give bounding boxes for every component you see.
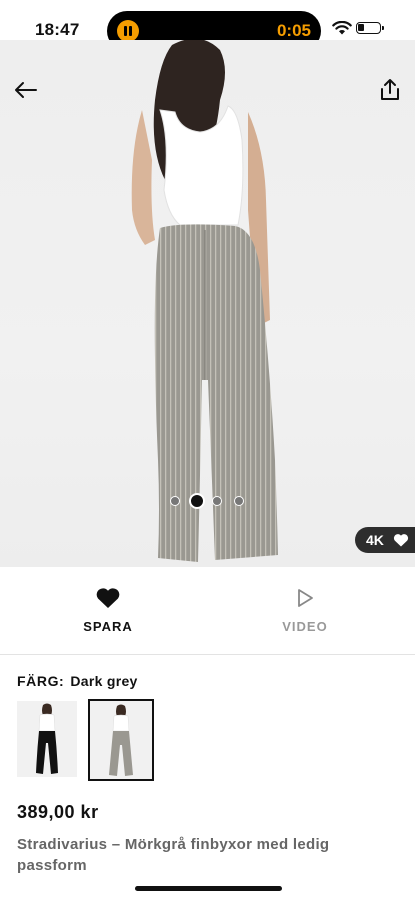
battery-icon (356, 22, 384, 34)
black-trousers-thumbnail (17, 701, 77, 777)
color-selector-label: FÄRG: Dark grey (17, 673, 138, 689)
wifi-icon (332, 21, 352, 35)
color-option-black[interactable] (17, 701, 77, 777)
product-price: 389,00 kr (17, 802, 99, 822)
back-arrow-icon[interactable] (12, 78, 40, 102)
pause-icon[interactable] (117, 20, 139, 42)
share-icon[interactable] (376, 76, 404, 104)
recording-timer: 0:05 (276, 21, 311, 40)
color-label: FÄRG: (17, 673, 65, 689)
status-bar: 18:47 0:05 (0, 0, 415, 51)
save-label: SPARA (83, 619, 133, 634)
pager-dot[interactable] (212, 496, 222, 506)
image-pager[interactable] (168, 492, 248, 509)
pager-dot[interactable] (170, 496, 180, 506)
product-title: Stradivarius – Mörkgrå finbyxor med ledi… (17, 836, 330, 874)
status-time: 18:47 (35, 20, 80, 39)
product-image-carousel[interactable]: 4K (0, 40, 415, 567)
dark-grey-trousers-thumbnail (90, 701, 152, 779)
pager-dot[interactable] (234, 496, 244, 506)
play-icon (298, 589, 313, 607)
model-photo (131, 40, 278, 562)
color-option-dark-grey[interactable] (88, 699, 154, 781)
save-button[interactable]: SPARA (38, 587, 178, 634)
home-indicator[interactable] (135, 886, 282, 891)
video-button[interactable]: VIDEO (235, 587, 375, 634)
pager-dot-active[interactable] (189, 493, 205, 509)
action-bar: SPARA VIDEO (0, 567, 415, 655)
heart-icon (96, 588, 120, 608)
4k-badge[interactable]: 4K (355, 527, 415, 553)
video-label: VIDEO (282, 619, 328, 634)
4k-badge-label: 4K (366, 532, 384, 548)
color-value: Dark grey (70, 673, 138, 689)
heart-icon (393, 534, 409, 547)
